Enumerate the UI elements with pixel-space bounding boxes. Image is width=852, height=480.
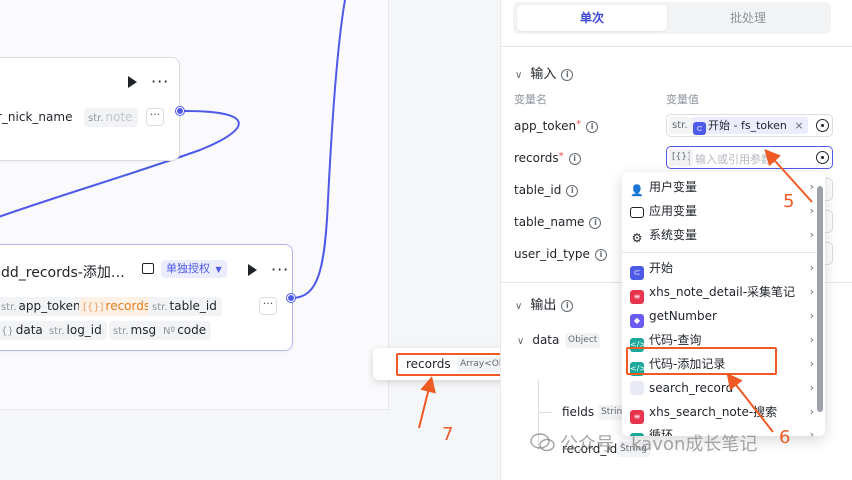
close-icon[interactable]: × [794,119,803,132]
chevron-right-icon: › [809,428,814,436]
info-icon[interactable]: i [561,69,574,81]
auth-tag[interactable]: 单独授权 ▼ [161,260,227,278]
search-record-icon [630,381,644,395]
app-token-input[interactable]: str. ⊂ 开始 - fs_token × [666,114,833,137]
start-icon: ⊂ [693,122,706,135]
node2-title: dd_records-添加… [1,265,125,281]
dropdown-item-search-record[interactable]: search_record › [622,376,818,400]
annotation-highlight-add-records [626,347,777,375]
field-label-table-name: table_name i [514,215,602,229]
dropdown-item-system-vars[interactable]: ⚙ 系统变量 › [622,223,818,247]
tab-single[interactable]: 单次 [517,5,667,31]
node2-more-button[interactable]: ··· [259,297,277,315]
output-chip-data: {} data [0,321,48,340]
chevron-right-icon: › [809,180,814,193]
info-icon[interactable]: i [586,121,599,133]
output-tree-fields[interactable]: fields [562,405,594,419]
divider [622,252,818,253]
variable-picker-dropdown: 👤 用户变量 › 应用变量 › ⚙ 系统变量 › ⊂ 开始 › ≡ xhs_note_detai… [622,172,825,436]
output-chip-msg: str. msg [109,321,162,340]
chevron-down-icon[interactable]: ∨ [515,70,522,81]
tab-batch[interactable]: 批处理 [673,5,823,31]
chevron-right-icon: › [809,309,814,322]
records-input-placeholder[interactable]: 输入或引用参数... [695,151,783,167]
wechat-icon [530,433,555,452]
info-icon[interactable]: i [594,249,607,261]
dropdown-scrollbar[interactable] [817,186,823,412]
output-tree-data[interactable]: ∨ data [517,333,559,347]
input-divider [689,150,690,165]
node1-output-port[interactable] [176,107,184,115]
reference-picker-icon[interactable] [816,119,829,132]
dropdown-item-xhs-search-note[interactable]: ≡ xhs_search_note-搜索 › [622,400,818,424]
more-icon[interactable]: ··· [271,262,289,278]
type-badge: Object [565,333,601,348]
store-icon [142,263,154,274]
node2-output-port[interactable] [287,294,295,302]
node1-more-button[interactable]: ··· [146,108,164,126]
chevron-down-icon[interactable]: ∨ [517,336,524,347]
type-pill: str. [669,117,691,134]
info-icon[interactable]: i [568,153,581,165]
play-icon[interactable] [248,264,257,276]
workflow-node-add-records[interactable]: dd_records-添加… 单独授权 ▼ ··· str. app_token … [0,244,293,351]
input-section-header[interactable]: ∨ 输入 i [515,63,574,82]
workflow-canvas[interactable]: ··· r_nick_name str. note ··· dd_records-… [0,0,500,480]
watermark: 公众号 · kavon成长笔记 [560,434,758,455]
cube-icon: ◆ [630,314,644,328]
chevron-right-icon: › [809,357,814,370]
chevron-right-icon: › [809,285,814,298]
annotation-step-5: 5 [783,191,795,212]
field-label-user-id-type: user_id_type i [514,247,607,261]
input-chip-table-id: str. table_id [148,297,222,316]
annotation-step-6: 6 [779,427,791,448]
variable-reference-chip[interactable]: ⊂ 开始 - fs_token × [691,117,808,135]
chevron-down-icon: ▼ [215,265,222,274]
records-input[interactable]: [{}] 输入或引用参数... [666,146,833,169]
input-chip-app-token: str. app_token [0,297,86,316]
edge-node2-out [291,0,346,299]
annotation-step-7: 7 [442,424,454,445]
field-label-table-id: table_id i [514,183,579,197]
gear-icon: ⚙ [631,231,643,245]
field-label-app-token: app_token* i [514,119,599,133]
reference-picker-icon[interactable] [816,151,829,164]
info-icon[interactable]: i [561,300,574,312]
user-icon: 👤 [630,184,644,197]
column-header-value: 变量值 [666,93,699,106]
info-icon[interactable]: i [566,185,579,197]
node1-chip-nick-name: r_nick_name [0,108,78,127]
chevron-right-icon: › [809,228,814,241]
chevron-right-icon: › [809,381,814,394]
dropdown-item-xhs-note-detail[interactable]: ≡ xhs_note_detail-采集笔记 › [622,280,818,304]
folder-icon [630,207,644,218]
chevron-right-icon: › [809,261,814,274]
xhs-icon: ≡ [630,410,644,424]
output-chip-log-id: str. log_id [45,321,107,340]
more-icon[interactable]: ··· [151,74,169,90]
chevron-right-icon: › [809,405,814,418]
output-section-header[interactable]: ∨ 输出 i [515,294,574,313]
info-icon[interactable]: i [589,217,602,229]
field-label-records: records* i [514,151,581,165]
xhs-icon: ≡ [630,290,644,304]
chevron-right-icon: › [809,333,814,346]
node1-chip-note: str. note [84,108,138,127]
chevron-down-icon[interactable]: ∨ [515,301,522,312]
input-chip-records: [{}] records [79,297,156,316]
dropdown-item-start[interactable]: ⊂ 开始 › [622,256,818,280]
divider [501,46,852,47]
run-mode-tabs: 单次 批处理 [513,2,831,34]
column-header-name: 变量名 [514,93,547,106]
output-chip-code: Nº code [159,321,212,340]
dropdown-item-getnumber[interactable]: ◆ getNumber › [622,304,818,328]
play-icon[interactable] [128,76,137,88]
workflow-node-1[interactable]: ··· r_nick_name str. note ··· [0,57,180,161]
start-icon: ⊂ [630,266,644,280]
chevron-right-icon: › [809,204,814,217]
tree-guide-branch [538,412,552,413]
